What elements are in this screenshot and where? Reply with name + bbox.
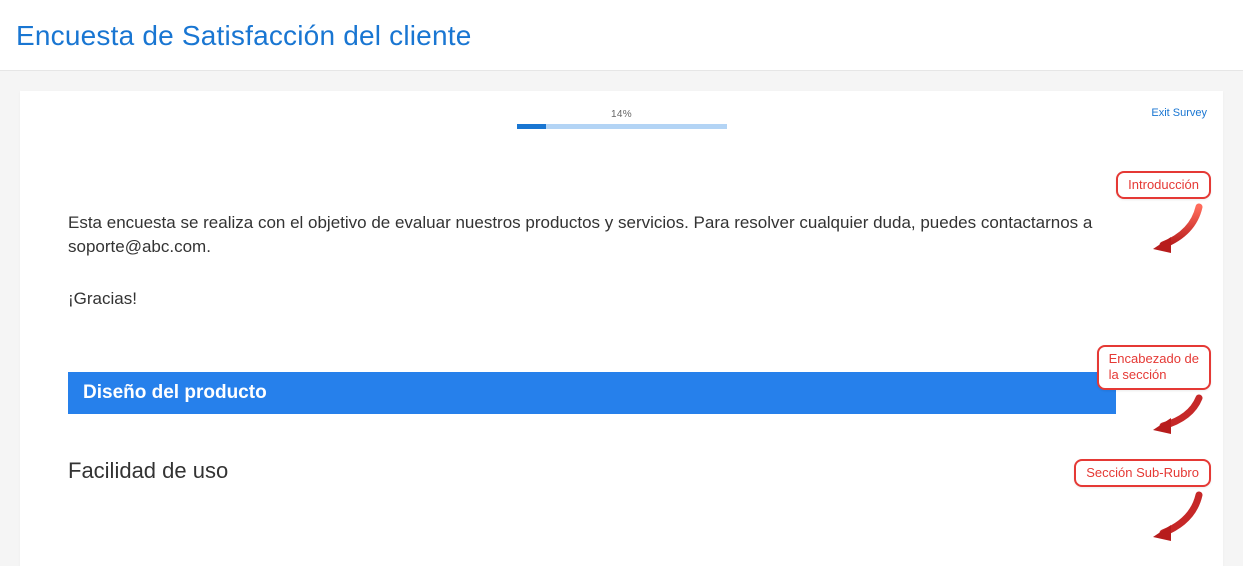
survey-top-row: 14% Exit Survey xyxy=(20,101,1223,141)
progress-label: 14% xyxy=(517,109,727,120)
survey-content: Esta encuesta se realiza con el objetivo… xyxy=(20,141,1223,484)
intro-thanks: ¡Gracias! xyxy=(68,287,1175,311)
page-title: Encuesta de Satisfacción del cliente xyxy=(16,20,1243,52)
intro-block: Esta encuesta se realiza con el objetivo… xyxy=(68,211,1175,310)
progress-bar-track xyxy=(517,124,727,129)
survey-area: 14% Exit Survey Esta encuesta se realiza… xyxy=(0,71,1243,566)
progress-indicator: 14% xyxy=(517,109,727,129)
title-bar: Encuesta de Satisfacción del cliente xyxy=(0,0,1243,71)
sub-section-heading: Facilidad de uso xyxy=(68,458,1175,484)
survey-card: 14% Exit Survey Esta encuesta se realiza… xyxy=(20,91,1223,566)
intro-paragraph: Esta encuesta se realiza con el objetivo… xyxy=(68,211,1175,259)
exit-survey-link[interactable]: Exit Survey xyxy=(1151,107,1207,119)
arrow-icon xyxy=(1149,491,1209,541)
section-header: Diseño del producto xyxy=(68,372,1116,414)
progress-bar-fill xyxy=(517,124,546,129)
